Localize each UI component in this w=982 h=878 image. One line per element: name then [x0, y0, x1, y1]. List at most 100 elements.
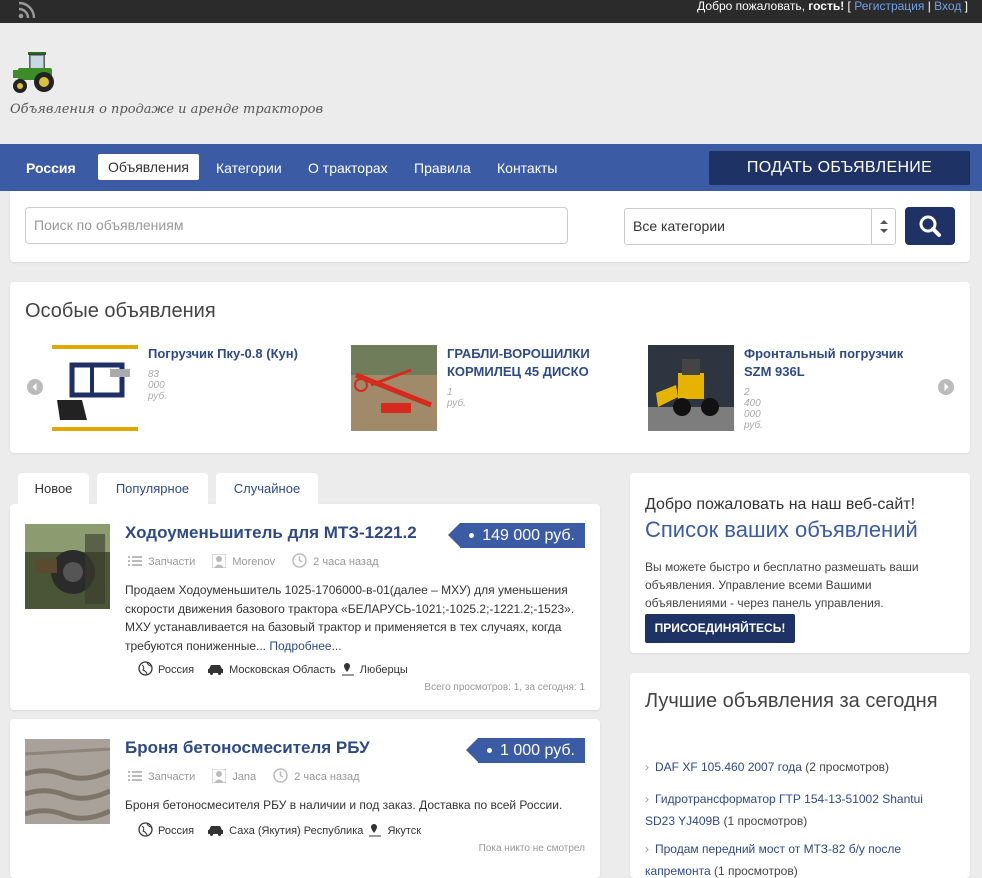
featured-panel: Особые объявления Погрузчик Пку-0.8 (Кун…	[10, 282, 970, 453]
widget-welcome-text: Добро пожаловать на наш веб-сайт!	[645, 496, 916, 513]
featured-thumb-loader[interactable]	[52, 345, 138, 431]
featured-item-price: 83 000 руб.	[148, 369, 167, 402]
featured-item-price: 1 руб.	[447, 387, 466, 409]
best-item-views: (1 просмотров)	[710, 864, 798, 878]
car-icon	[207, 663, 224, 678]
listing-description: Продаем Ходоуменьшитель 1025-1706000-в-0…	[125, 581, 585, 655]
tab-new[interactable]: Новое	[18, 473, 89, 505]
main-nav: Россия Объявления Категории О тракторах …	[0, 144, 982, 191]
nav-item-categories[interactable]: Категории	[216, 160, 282, 176]
user-icon	[211, 553, 227, 571]
listing-card: Броня бетоносмесителя РБУ 1 000 руб. Зап…	[10, 719, 600, 878]
best-today-title: Лучшие объявления за сегодня	[645, 690, 938, 712]
welcome-text: Добро пожаловать, гость! [ Регистрация |…	[697, 0, 968, 12]
nav-item-about-tractors[interactable]: О тракторах	[308, 160, 388, 176]
map-pin-icon	[368, 823, 382, 840]
welcome-widget: Добро пожаловать на наш веб-сайт! Список…	[630, 473, 970, 653]
select-arrows-icon	[871, 209, 895, 244]
listing-title[interactable]: Ходоуменьшитель для МТЗ-1221.2	[125, 523, 417, 543]
featured-thumb-rake[interactable]	[351, 345, 437, 431]
read-more-link[interactable]: Подробнее...	[269, 639, 341, 653]
tab-popular[interactable]: Популярное	[97, 473, 208, 505]
welcome-prefix: Добро пожаловать,	[697, 0, 809, 13]
nav-brand[interactable]: Россия	[26, 160, 76, 176]
listing-country[interactable]: Россия	[158, 664, 194, 676]
globe-icon	[138, 661, 153, 679]
search-button[interactable]	[905, 207, 955, 245]
clock-icon	[273, 768, 288, 786]
listing-category[interactable]: Запчасти	[148, 556, 195, 568]
listing-meta: Запчасти Morenov 2 часа назад	[128, 553, 379, 571]
chevron-left-icon	[32, 383, 37, 391]
site-tagline: Объявления о продаже и аренде тракторов	[10, 102, 324, 117]
listing-region[interactable]: Саха (Якутия) Республика	[229, 825, 363, 837]
listing-city[interactable]: Якутск	[387, 825, 421, 837]
listing-views: Пока никто не смотрел	[478, 843, 585, 854]
bracket-open: [	[844, 0, 855, 13]
listing-card: Ходоуменьшитель для МТЗ-1221.2 149 000 р…	[10, 504, 600, 710]
map-pin-icon	[341, 662, 355, 679]
listing-description: Броня бетоносмесителя РБУ в наличии и по…	[125, 798, 563, 812]
category-select-value: Все категории	[633, 218, 725, 234]
widget-description: Вы можете быстро и бесплатно размешать в…	[645, 560, 919, 610]
bracket-close: ]	[961, 0, 968, 13]
list-icon	[128, 555, 142, 570]
listing-region[interactable]: Московская Область	[229, 664, 336, 676]
listing-category[interactable]: Запчасти	[148, 771, 195, 783]
listing-thumb[interactable]	[25, 524, 110, 609]
listing-time: 2 часа назад	[294, 770, 360, 783]
featured-title: Особые объявления	[25, 300, 216, 322]
nav-item-ads[interactable]: Объявления	[98, 154, 199, 180]
featured-next-button[interactable]	[938, 379, 954, 395]
featured-item-price: 2 400 000 руб.	[744, 387, 763, 431]
register-link[interactable]: Регистрация	[854, 0, 924, 13]
chevron-right-icon	[944, 383, 949, 391]
best-item-views: (2 просмотров)	[801, 760, 890, 774]
best-item: › DAF XF 105.460 2007 года (2 просмотров)	[645, 756, 955, 778]
chevron-right-icon: ›	[645, 842, 649, 856]
car-icon	[207, 824, 224, 839]
login-link[interactable]: Вход	[934, 0, 961, 13]
listing-description-text: Продаем Ходоуменьшитель 1025-1706000-в-0…	[125, 583, 575, 653]
nav-item-rules[interactable]: Правила	[414, 160, 471, 176]
listing-views: Всего просмотров: 1, за сегодня: 1	[424, 682, 585, 693]
listing-time: 2 часа назад	[313, 555, 379, 568]
listing-location: Россия Саха (Якутия) Республика Якутск	[138, 822, 421, 840]
featured-item-title[interactable]: Погрузчик Пку-0.8 (Кун)	[148, 345, 308, 363]
separator: |	[924, 0, 935, 13]
list-icon	[128, 770, 142, 785]
best-item: › Продам передний мост от МТЗ-82 б/у посл…	[645, 838, 955, 878]
post-ad-button[interactable]: ПОДАТЬ ОБЪЯВЛЕНИЕ	[709, 151, 970, 185]
listing-meta: Запчасти Jana 2 часа назад	[128, 768, 360, 786]
search-icon	[919, 215, 941, 237]
user-icon	[211, 768, 227, 786]
featured-item-title[interactable]: Фронтальный погрузчик SZM 936L	[744, 345, 904, 381]
search-panel: Поиск по объявлениям Все категории	[10, 191, 970, 262]
listing-author[interactable]: Morenov	[232, 556, 275, 568]
tab-random[interactable]: Случайное	[216, 473, 318, 505]
featured-item-title[interactable]: ГРАБЛИ-ВОРОШИЛКИ КОРМИЛЕЦ 45 ДИСКО	[447, 345, 607, 381]
featured-prev-button[interactable]	[27, 379, 43, 395]
search-input[interactable]: Поиск по объявлениям	[25, 207, 568, 244]
listing-author[interactable]: Jana	[232, 771, 256, 783]
tractor-logo-icon[interactable]	[10, 50, 60, 94]
listing-title[interactable]: Броня бетоносмесителя РБУ	[125, 738, 370, 758]
category-select[interactable]: Все категории	[624, 208, 896, 245]
best-item-link[interactable]: DAF XF 105.460 2007 года	[655, 760, 802, 774]
welcome-user: гость!	[808, 0, 845, 13]
top-bar: Добро пожаловать, гость! [ Регистрация |…	[0, 0, 982, 23]
listing-price-tag: 1 000 руб.	[466, 738, 585, 763]
best-item-views: (1 просмотров)	[720, 814, 808, 828]
featured-thumb-front-loader[interactable]	[648, 345, 734, 431]
join-button[interactable]: ПРИСОЕДИНЯЙТЕСЬ!	[645, 614, 795, 643]
listing-thumb[interactable]	[25, 739, 110, 824]
nav-item-contacts[interactable]: Контакты	[497, 160, 557, 176]
rss-icon[interactable]	[18, 1, 36, 19]
listing-city[interactable]: Люберцы	[360, 664, 408, 676]
best-today-widget: Лучшие объявления за сегодня › DAF XF 105…	[630, 673, 970, 878]
listing-country[interactable]: Россия	[158, 825, 194, 837]
chevron-right-icon: ›	[645, 792, 649, 806]
listing-location: Россия Московская Область Люберцы	[138, 661, 408, 679]
widget-list-title[interactable]: Список ваших объявлений	[645, 517, 918, 543]
clock-icon	[292, 553, 307, 571]
